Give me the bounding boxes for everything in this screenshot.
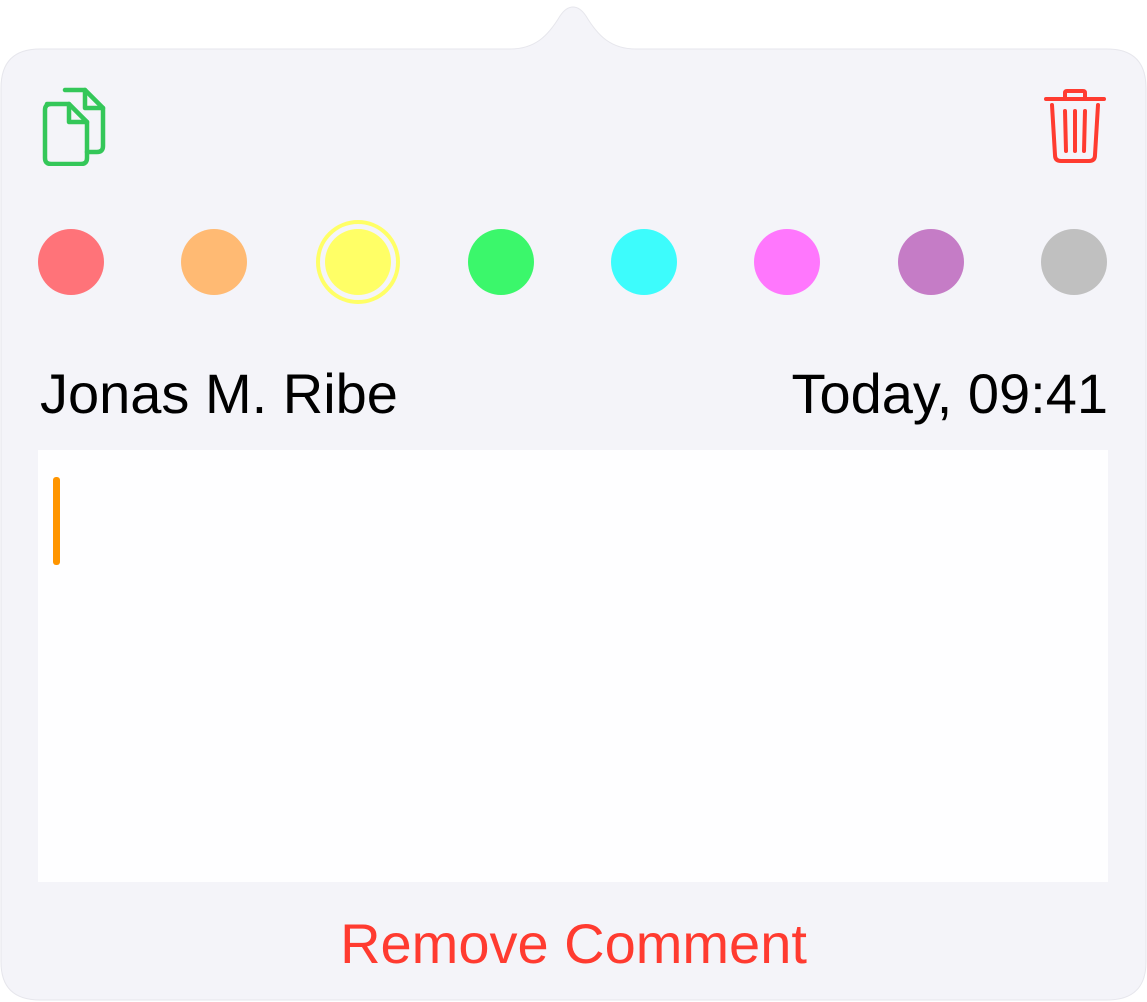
comment-meta: Jonas M. Ribe Today, 09:41 [40,358,1108,428]
trash-icon [1044,89,1106,163]
color-swatch-green[interactable] [467,229,534,295]
color-swatch-pink[interactable] [754,229,821,295]
color-swatch-orange[interactable] [181,229,248,295]
color-swatch-cyan[interactable] [611,229,678,295]
color-swatch-yellow[interactable] [324,229,391,295]
author-name: Jonas M. Ribe [40,361,398,425]
remove-comment-button[interactable]: Remove Comment [0,898,1147,988]
comment-timestamp: Today, 09:41 [791,361,1108,425]
color-swatch-purple[interactable] [897,229,964,295]
delete-button[interactable] [1040,86,1110,166]
copy-documents-icon [42,87,106,166]
text-caret [53,477,60,565]
comment-popover: Jonas M. Ribe Today, 09:41 Remove Commen… [0,0,1147,1002]
color-picker [0,214,1147,310]
color-swatch-red[interactable] [38,229,104,295]
color-swatch-gray[interactable] [1041,229,1107,295]
comment-text-field[interactable] [38,450,1108,882]
copy-button[interactable] [36,84,112,168]
